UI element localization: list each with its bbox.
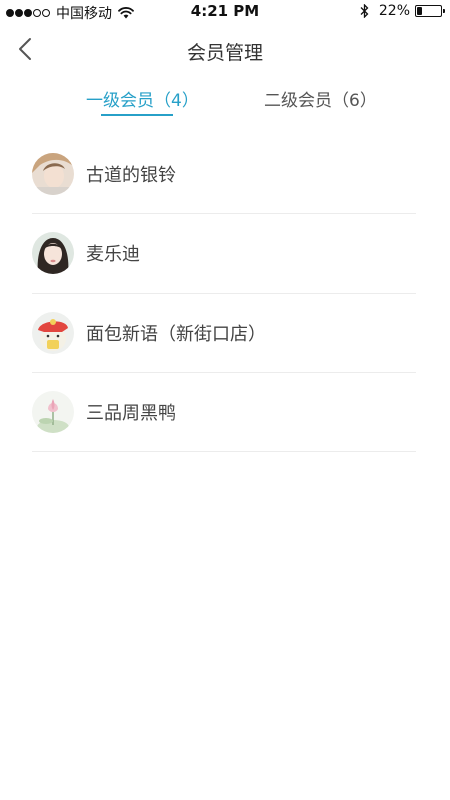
avatar <box>32 232 74 275</box>
member-name: 古道的银铃 <box>86 165 176 187</box>
member-name: 麦乐迪 <box>86 244 140 266</box>
list-item[interactable]: 面包新语（新街口店） <box>32 294 416 373</box>
battery-icon <box>415 5 445 17</box>
member-management-screen: 中国移动 4:21 PM 22% 会员管理 一级会员（4） 二级会员（6） 古道… <box>0 0 450 800</box>
active-tab-indicator <box>101 114 173 116</box>
battery-percent: 22% <box>378 3 410 19</box>
member-level-tabs: 一级会员（4） 二级会员（6） <box>0 80 450 120</box>
list-item[interactable]: 古道的银铃 <box>32 135 416 215</box>
list-item[interactable]: 三品周黑鸭 <box>32 373 416 453</box>
page-title: 会员管理 <box>186 42 263 64</box>
tab-level-1-members[interactable]: 一级会员（4） <box>86 86 199 111</box>
status-right: 22% <box>360 3 445 19</box>
member-list: 古道的银铃 麦乐迪 面包新语（新街口店） 三品周黑鸭 <box>32 135 416 453</box>
status-bar: 中国移动 4:21 PM 22% <box>0 0 450 24</box>
member-name: 面包新语（新街口店） <box>86 323 266 345</box>
list-item[interactable]: 麦乐迪 <box>32 214 416 294</box>
battery-fill <box>417 7 422 15</box>
nav-bar: 会员管理 <box>0 24 450 76</box>
avatar <box>32 391 74 434</box>
bluetooth-icon <box>360 4 369 18</box>
member-name: 三品周黑鸭 <box>86 403 176 425</box>
avatar <box>32 153 74 196</box>
avatar <box>32 311 74 354</box>
tab-level-2-members[interactable]: 二级会员（6） <box>264 86 377 111</box>
